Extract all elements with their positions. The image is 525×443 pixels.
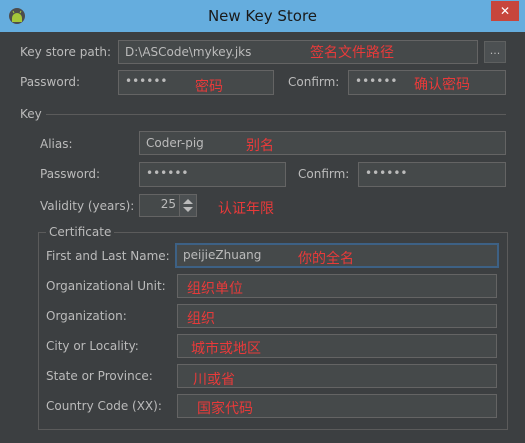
validity-value: 25 [160, 197, 176, 211]
certificate-section-label: Certificate [46, 225, 115, 239]
org-unit-note: 组织单位 [187, 281, 243, 297]
browse-button[interactable]: ... [484, 41, 506, 63]
key-section-label: Key [20, 107, 42, 121]
key-confirm-input[interactable]: •••••• [358, 162, 506, 187]
state-label: State or Province: [46, 369, 153, 383]
alias-label: Alias: [40, 137, 73, 151]
organization-input[interactable] [177, 304, 497, 328]
key-password-input[interactable]: •••••• [139, 162, 286, 187]
validity-label: Validity (years): [40, 199, 135, 213]
chevron-down-icon[interactable] [183, 207, 193, 212]
close-button[interactable]: ✕ [491, 1, 519, 21]
city-note: 城市或地区 [191, 341, 261, 357]
key-confirm-label: Confirm: [298, 167, 350, 181]
key-section-divider [46, 114, 506, 115]
chevron-up-icon[interactable] [183, 199, 193, 204]
new-key-store-dialog: New Key Store ✕ Key store path: D:\ASCod… [0, 0, 525, 443]
alias-input[interactable]: Coder-pig [139, 131, 506, 155]
key-password-label: Password: [40, 167, 101, 181]
store-confirm-note: 确认密码 [414, 77, 470, 93]
store-password-label: Password: [20, 75, 81, 89]
key-store-path-input[interactable]: D:\ASCode\mykey.jks [118, 40, 478, 64]
validity-spinner[interactable]: 25 [139, 194, 197, 217]
country-code-note: 国家代码 [197, 401, 253, 417]
validity-spinner-arrows[interactable] [179, 195, 196, 216]
full-name-note: 你的全名 [298, 251, 354, 267]
state-note: 川或省 [193, 372, 235, 388]
window-title: New Key Store [207, 7, 318, 25]
title-bar: New Key Store ✕ [0, 0, 525, 32]
country-code-label: Country Code (XX): [46, 399, 162, 413]
validity-note: 认证年限 [218, 201, 274, 217]
organization-label: Organization: [46, 309, 127, 323]
key-store-path-label: Key store path: [20, 45, 112, 59]
store-confirm-label: Confirm: [288, 75, 340, 89]
key-store-path-note: 签名文件路径 [310, 45, 394, 61]
store-password-note: 密码 [195, 79, 223, 95]
full-name-label: First and Last Name: [46, 249, 170, 263]
organization-note: 组织 [187, 311, 215, 327]
alias-note: 别名 [246, 138, 274, 154]
city-label: City or Locality: [46, 339, 139, 353]
org-unit-label: Organizational Unit: [46, 279, 166, 293]
